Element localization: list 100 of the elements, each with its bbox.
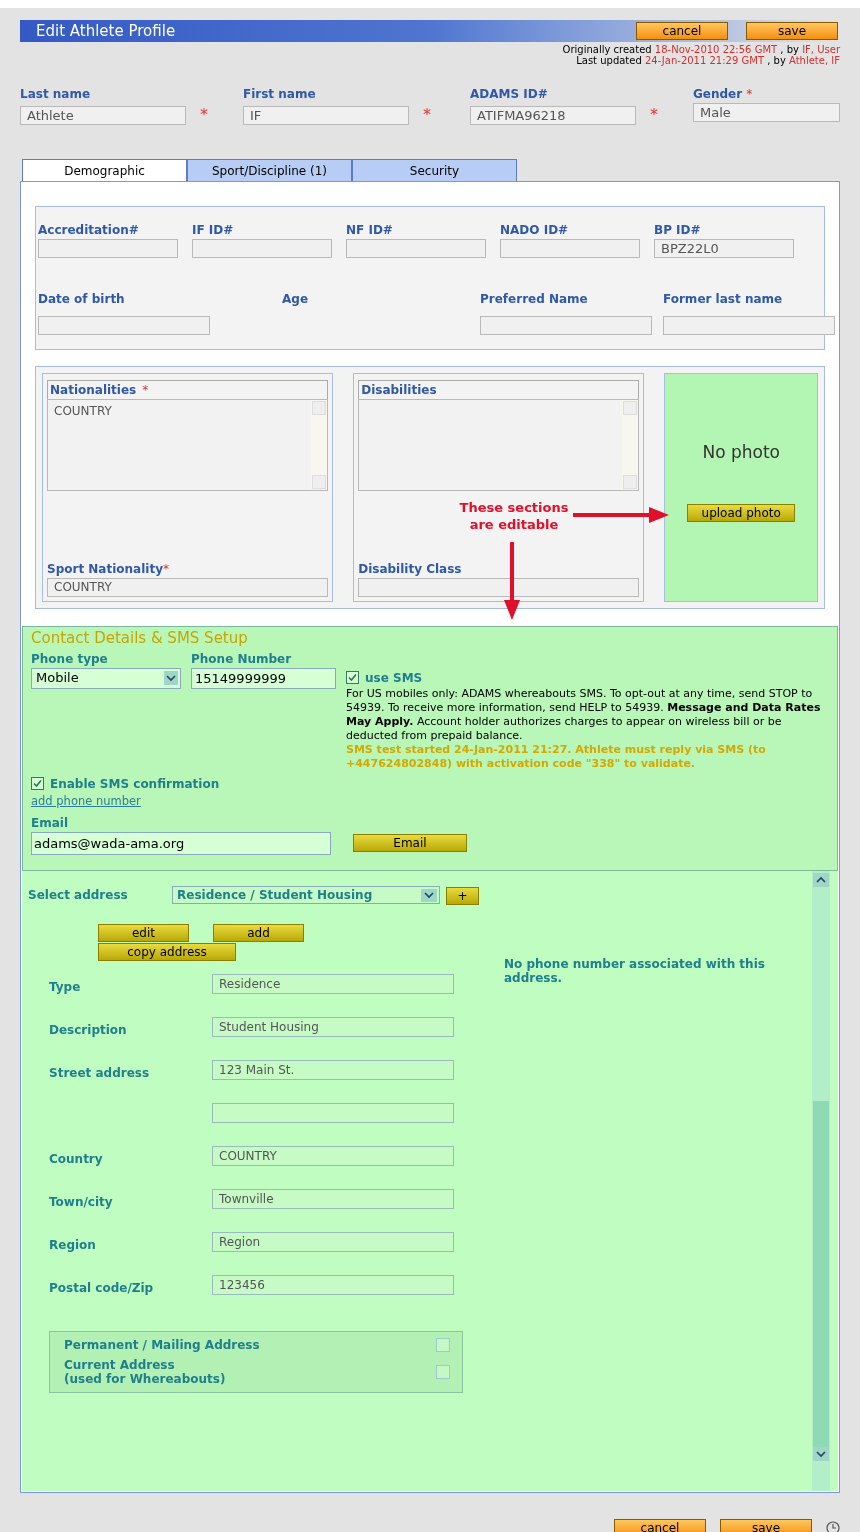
field-label: Former last name — [663, 291, 784, 308]
field-label: Disabilities — [361, 382, 437, 399]
tab[interactable]: Sport/Discipline (1) — [187, 159, 352, 181]
field-label: Select address — [28, 887, 129, 904]
field-label: Disability Class — [358, 561, 462, 578]
field-label: Phone Number — [191, 650, 293, 668]
page-title: Edit Athlete Profile — [35, 20, 176, 42]
field-label: Date of birth — [38, 291, 126, 308]
email-button[interactable]: Email — [353, 834, 467, 853]
field-label: Phone type — [31, 650, 109, 668]
email-field[interactable]: adams@wada-ama.org — [31, 831, 331, 855]
save-button[interactable]: save — [746, 22, 838, 40]
input-field[interactable]: COUNTRY — [47, 578, 329, 597]
field-label: IF ID# — [192, 222, 235, 239]
input-field[interactable] — [212, 1103, 454, 1123]
required-mark: * — [142, 382, 149, 399]
input-field[interactable]: Region — [212, 1232, 454, 1252]
field-label: Nationalities — [50, 382, 137, 399]
input-field[interactable]: BPZ22L0 — [654, 239, 794, 258]
checkbox[interactable] — [436, 1365, 450, 1379]
required-mark: * — [746, 86, 753, 103]
field-label: NADO ID# — [500, 222, 570, 239]
save-button[interactable]: save — [720, 1519, 812, 1532]
chevron-down-icon — [164, 671, 178, 685]
field-label: Description — [49, 1022, 128, 1039]
list-box[interactable]: COUNTRY — [47, 399, 329, 491]
phone-type-dropdown[interactable]: Mobile — [31, 667, 181, 689]
field-label: ADAMS ID# — [470, 86, 548, 103]
input-field[interactable]: 123456 — [212, 1275, 454, 1295]
photo-placeholder-text: No photo — [702, 441, 780, 464]
input-field[interactable]: IF — [243, 105, 409, 125]
input-field[interactable] — [192, 239, 332, 258]
field-label: Last name — [20, 86, 91, 103]
clock-icon[interactable] — [826, 1521, 840, 1532]
input-field[interactable]: ATIFMA96218 — [470, 105, 636, 125]
input-field[interactable]: COUNTRY — [212, 1146, 454, 1166]
checkbox[interactable] — [31, 777, 44, 790]
add-address-button[interactable]: + — [446, 887, 479, 905]
checkbox[interactable] — [346, 671, 359, 684]
field-label: BP ID# — [654, 222, 702, 239]
field-label: Type — [49, 979, 82, 996]
section-title: Contact Details & SMS Setup — [31, 628, 249, 649]
scrollbar[interactable] — [812, 871, 830, 1491]
field-label: Postal code/Zip — [49, 1280, 155, 1297]
tab[interactable]: Security — [352, 159, 517, 181]
add-phone-link[interactable]: add phone number — [31, 792, 141, 810]
checkbox[interactable] — [436, 1338, 450, 1352]
sms-info-text: For US mobiles only: ADAMS whereabouts SMS. To opt-out at any time, send STOP to 54939. To receive more information, send HELP to 54939. Message and Data Rates May Apply. Account holder authorizes charges to appear on wireless bill or be deducted from prepaid balance. — [346, 686, 822, 743]
field-label: Region — [49, 1237, 97, 1254]
annotation-text: These sections are editable — [458, 499, 570, 533]
upload-photo-button[interactable]: upload photo — [687, 503, 796, 522]
field-label: Accreditation# — [38, 222, 140, 239]
field-label: Preferred Name — [480, 291, 589, 308]
field-label: Sport Nationality — [47, 561, 163, 578]
required-mark: * — [200, 104, 208, 126]
address-note: No phone number associated with this address. — [504, 957, 766, 987]
address-dropdown[interactable]: Residence / Student Housing — [172, 886, 440, 904]
input-field[interactable]: Residence — [212, 974, 454, 994]
add-button[interactable]: add — [213, 924, 304, 942]
field-label: Town/city — [49, 1194, 114, 1211]
field-label: NF ID# — [346, 222, 394, 239]
input-field[interactable] — [346, 239, 486, 258]
required-mark: * — [650, 104, 658, 126]
checkbox-label: Enable SMS confirmation — [50, 775, 220, 793]
scrollbar[interactable] — [311, 400, 328, 490]
sms-status-text: SMS test started 24-Jan-2011 21:27. Athlete must reply via SMS (to +447624802848) with activation code "338" to validate. — [346, 742, 767, 771]
field-label: Street address — [49, 1065, 151, 1082]
input-field[interactable] — [663, 316, 835, 335]
input-field[interactable]: Athlete — [20, 105, 186, 125]
scroll-up-icon[interactable] — [813, 873, 829, 887]
field-label: Country — [49, 1151, 104, 1168]
input-field[interactable] — [38, 239, 178, 258]
checkbox-label: Current Address (used for Whereabouts) — [64, 1358, 226, 1386]
list-item[interactable]: COUNTRY — [54, 402, 306, 420]
field-label: Email — [31, 814, 70, 832]
input-field[interactable]: 15149999999 — [191, 667, 336, 689]
field-label: Gender — [693, 86, 743, 103]
scrollbar[interactable] — [622, 400, 639, 490]
input-field[interactable]: 123 Main St. — [212, 1060, 454, 1080]
scroll-down-icon[interactable] — [813, 1447, 829, 1461]
input-field[interactable] — [480, 316, 652, 335]
input-field[interactable]: Male — [693, 103, 840, 122]
tab[interactable]: Demographic — [22, 159, 187, 181]
edit-button[interactable]: edit — [98, 924, 189, 942]
input-field[interactable] — [38, 316, 210, 335]
input-field[interactable] — [358, 578, 640, 597]
field-label: Age — [281, 291, 309, 308]
input-field[interactable] — [500, 239, 640, 258]
checkbox-label: use SMS — [365, 669, 423, 687]
copy-address-button[interactable]: copy address — [98, 943, 236, 961]
cancel-button[interactable]: cancel — [614, 1519, 706, 1532]
required-mark: * — [423, 104, 431, 126]
cancel-button[interactable]: cancel — [636, 22, 728, 40]
chevron-down-icon — [421, 888, 437, 902]
audit-line: Last updated 24-Jan-2011 21:29 GMT , by Athlete, IF — [576, 55, 840, 66]
audit-line: Originally created 18-Nov-2010 22:56 GMT , by IF, User — [562, 44, 840, 55]
input-field[interactable]: Student Housing — [212, 1017, 454, 1037]
input-field[interactable]: Townville — [212, 1189, 454, 1209]
list-box[interactable] — [358, 399, 640, 491]
required-mark: * — [162, 561, 169, 578]
